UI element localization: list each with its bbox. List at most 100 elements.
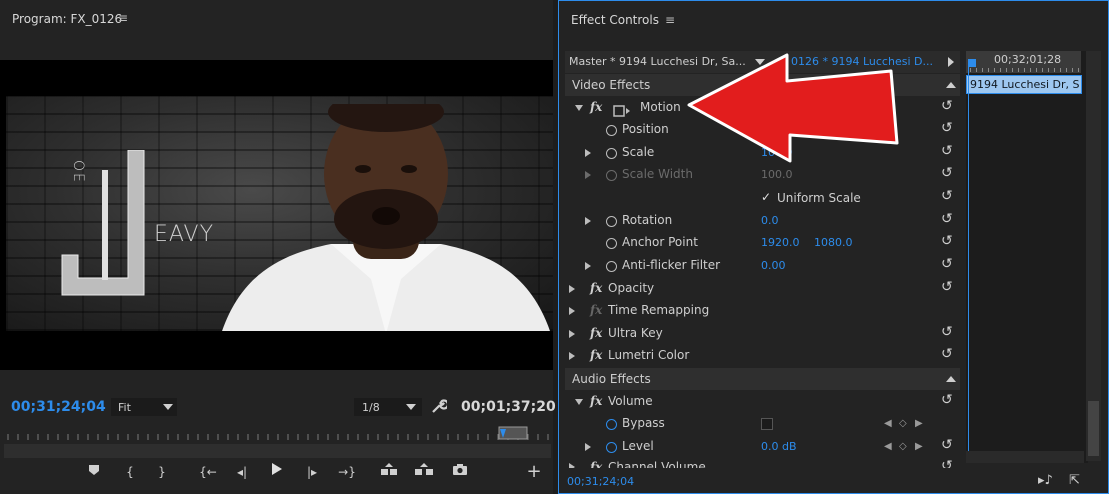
lift-icon[interactable] — [377, 462, 401, 482]
anti-flicker-row[interactable]: Anti-flicker Filter 0.00 ↺ — [565, 255, 960, 278]
expand-arrow-icon[interactable] — [575, 105, 583, 111]
fx-toggle-icon[interactable]: fx — [590, 394, 602, 408]
stopwatch-icon[interactable] — [606, 261, 617, 272]
channel-volume-row[interactable]: fx Channel Volume ↺ — [565, 458, 960, 468]
playhead-handle[interactable] — [968, 59, 976, 67]
vertical-scrollbar[interactable] — [1086, 51, 1101, 461]
program-monitor-title[interactable]: Program: FX_0126 — [12, 12, 122, 26]
opacity-effect-row[interactable]: fx Opacity ↺ — [565, 278, 960, 301]
step-forward-icon[interactable]: |▸ — [300, 462, 324, 482]
reset-icon[interactable]: ↺ — [941, 458, 953, 468]
stopwatch-icon[interactable] — [606, 125, 617, 136]
stopwatch-icon[interactable] — [606, 216, 617, 227]
expand-arrow-icon[interactable] — [569, 463, 575, 468]
reset-icon[interactable]: ↺ — [941, 392, 953, 408]
reset-icon[interactable]: ↺ — [941, 279, 953, 295]
scrollbar-thumb[interactable] — [1088, 401, 1099, 456]
collapse-arrow-icon[interactable] — [946, 376, 956, 382]
resolution-dropdown[interactable]: 1/8 — [354, 398, 422, 416]
reset-icon[interactable]: ↺ — [941, 143, 953, 159]
fx-toggle-icon[interactable]: fx — [590, 100, 602, 114]
fx-toggle-icon[interactable]: fx — [590, 326, 602, 340]
next-keyframe-icon[interactable]: ▶ — [915, 441, 923, 452]
zoom-dropdown[interactable]: Fit — [111, 398, 177, 416]
bypass-row[interactable]: Bypass ◀ ◇ ▶ — [565, 413, 960, 436]
previous-keyframe-icon[interactable]: ◀ — [884, 441, 892, 452]
time-ruler[interactable] — [6, 425, 551, 443]
anchor-y-value[interactable]: 1080.0 — [814, 236, 853, 249]
reset-icon[interactable]: ↺ — [941, 120, 953, 136]
effect-controls-footer-timecode[interactable]: 00;31;24;04 — [567, 475, 634, 488]
mark-in-icon[interactable]: { — [118, 462, 142, 482]
audio-scrub-icon[interactable]: ▸♪ — [1038, 473, 1053, 488]
play-icon[interactable] — [265, 462, 289, 482]
anchor-x-value[interactable]: 1920.0 — [761, 236, 800, 249]
transform-handle-icon[interactable] — [613, 102, 630, 117]
panel-menu-icon[interactable]: ≡ — [665, 13, 675, 27]
reset-icon[interactable]: ↺ — [941, 188, 953, 204]
fx-toggle-icon[interactable]: fx — [590, 281, 602, 295]
show-timeline-toggle-icon[interactable] — [948, 57, 954, 67]
volume-effect-row[interactable]: fx Volume ↺ — [565, 391, 960, 414]
reset-icon[interactable]: ↺ — [941, 211, 953, 227]
uniform-scale-checkbox[interactable]: ✓ — [761, 191, 773, 203]
level-value[interactable]: 0.0 dB — [761, 440, 797, 453]
export-icon[interactable]: ⇱ — [1069, 473, 1080, 488]
lumetri-color-row[interactable]: fx Lumetri Color ↺ — [565, 345, 960, 368]
collapse-arrow-icon[interactable] — [946, 82, 956, 88]
level-row[interactable]: Level 0.0 dB ◀ ◇ ▶ ↺ — [565, 436, 960, 459]
expand-arrow-icon[interactable] — [585, 262, 591, 270]
video-preview[interactable]: OE EAVY — [0, 60, 553, 370]
rotation-value[interactable]: 0.0 — [761, 214, 779, 227]
fx-toggle-icon[interactable]: fx — [590, 460, 602, 468]
timeline-clip[interactable]: 9194 Lucchesi Dr, Sa — [966, 75, 1082, 94]
go-to-in-icon[interactable]: {← — [196, 462, 220, 482]
anchor-point-row[interactable]: Anchor Point 1920.0 1080.0 ↺ — [565, 232, 960, 255]
expand-arrow-icon[interactable] — [585, 149, 591, 157]
settings-wrench-icon[interactable] — [431, 398, 450, 418]
panel-menu-icon[interactable]: ≡ — [118, 11, 128, 25]
expand-arrow-icon[interactable] — [569, 352, 575, 360]
previous-keyframe-icon[interactable]: ◀ — [884, 418, 892, 429]
anti-flicker-value[interactable]: 0.00 — [761, 259, 786, 272]
ultra-key-row[interactable]: fx Ultra Key ↺ — [565, 323, 960, 346]
mark-out-icon[interactable]: } — [150, 462, 174, 482]
step-back-icon[interactable]: ◂| — [230, 462, 254, 482]
reset-icon[interactable]: ↺ — [941, 98, 953, 114]
stopwatch-icon[interactable] — [606, 148, 617, 159]
extract-icon[interactable] — [412, 462, 436, 482]
reset-icon[interactable]: ↺ — [941, 256, 953, 272]
expand-arrow-icon[interactable] — [585, 443, 591, 451]
expand-arrow-icon[interactable] — [585, 217, 591, 225]
reset-icon[interactable]: ↺ — [941, 165, 953, 181]
time-remapping-row[interactable]: fx Time Remapping — [565, 300, 960, 323]
reset-icon[interactable]: ↺ — [941, 324, 953, 340]
timeline-horizontal-scrollbar[interactable] — [966, 451, 1084, 463]
marker-icon[interactable] — [82, 462, 106, 482]
playhead-line[interactable] — [968, 67, 969, 463]
effect-timeline-area[interactable] — [966, 51, 1088, 463]
next-keyframe-icon[interactable]: ▶ — [915, 418, 923, 429]
expand-arrow-icon[interactable] — [569, 285, 575, 293]
reset-icon[interactable]: ↺ — [941, 346, 953, 362]
expand-arrow-icon[interactable] — [569, 307, 575, 315]
fx-toggle-icon[interactable]: fx — [590, 348, 602, 362]
add-keyframe-icon[interactable]: ◇ — [899, 418, 907, 429]
add-keyframe-icon[interactable]: ◇ — [899, 441, 907, 452]
add-button-icon[interactable]: + — [522, 462, 546, 482]
bypass-checkbox[interactable] — [761, 418, 773, 430]
reset-icon[interactable]: ↺ — [941, 437, 953, 453]
export-frame-icon[interactable] — [448, 462, 472, 482]
stopwatch-icon[interactable] — [606, 238, 617, 249]
expand-arrow-icon[interactable] — [575, 399, 583, 405]
stopwatch-icon[interactable] — [606, 442, 617, 453]
reset-icon[interactable]: ↺ — [941, 233, 953, 249]
effect-controls-title[interactable]: Effect Controls — [571, 13, 659, 27]
go-to-out-icon[interactable]: →} — [335, 462, 359, 482]
program-current-timecode[interactable]: 00;31;24;04 — [11, 399, 106, 415]
stopwatch-icon[interactable] — [606, 419, 617, 430]
expand-arrow-icon[interactable] — [585, 171, 591, 179]
audio-effects-header[interactable]: Audio Effects — [565, 368, 960, 390]
effect-timeline-ruler[interactable]: 00;32;01;28 — [966, 51, 1081, 73]
expand-arrow-icon[interactable] — [569, 330, 575, 338]
